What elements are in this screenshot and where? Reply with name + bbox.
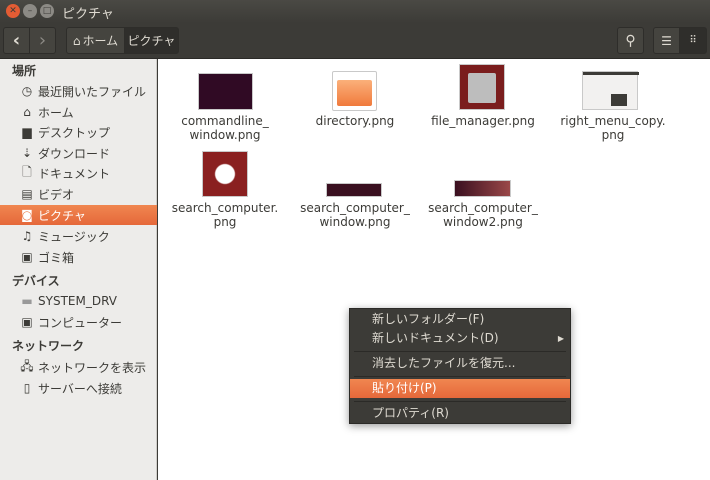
list-view-button[interactable]: ☰ (653, 27, 680, 54)
home-icon: ⌂ (72, 33, 81, 48)
file-item[interactable]: search_computer. png (160, 201, 290, 229)
file-item[interactable]: search_computer_ window.png (290, 201, 420, 229)
submenu-arrow-icon: ▶ (557, 334, 564, 343)
sidebar-item-recent[interactable]: ◷ 最近開いたファイル (0, 81, 157, 101)
sidebar-item-connect-server[interactable]: ▯ サーバーへ接続 (0, 378, 157, 398)
sidebar-item-music[interactable]: ♫ ミュージック (0, 226, 157, 246)
file-thumbnail[interactable] (582, 71, 639, 110)
computer-icon: ▣ (21, 315, 33, 329)
menu-item-new-folder[interactable]: 新しいフォルダー(F) (350, 310, 570, 329)
network-header: ネットワーク (12, 339, 85, 353)
sidebar-item-desktop[interactable]: ▆ デスクトップ (0, 122, 157, 142)
camera-icon: ◙ (21, 208, 33, 222)
list-icon: ☰ (661, 33, 672, 48)
maximize-button[interactable]: □ (40, 4, 54, 18)
file-item[interactable]: commandline_ window.png (160, 114, 290, 142)
home-icon: ⌂ (23, 105, 31, 119)
devices-header: デバイス (12, 274, 60, 288)
sidebar: 場所 ◷ 最近開いたファイル ⌂ ホーム ▆ デスクトップ ⇣ ダウンロード 🗋 ドキュメ… (0, 59, 157, 480)
menu-item-new-document[interactable]: 新しいドキュメント(D) ▶ (350, 329, 570, 348)
file-thumbnail[interactable] (202, 151, 248, 197)
file-thumbnail[interactable] (326, 183, 382, 197)
download-icon: ⇣ (21, 146, 33, 160)
music-icon: ♫ (21, 229, 33, 243)
menu-item-paste[interactable]: 貼り付け(P) (350, 379, 570, 398)
clock-icon: ◷ (21, 84, 33, 98)
menu-separator (354, 351, 566, 352)
sidebar-item-documents[interactable]: 🗋 ドキュメント (0, 163, 157, 183)
file-thumbnail[interactable] (454, 180, 511, 197)
file-thumbnail[interactable] (459, 64, 505, 110)
menu-separator (354, 401, 566, 402)
sidebar-item-trash[interactable]: ▣ ゴミ箱 (0, 247, 157, 267)
menu-item-properties[interactable]: プロパティ(R) (350, 404, 570, 423)
film-icon: ▤ (21, 187, 33, 201)
document-icon: 🗋 (22, 164, 32, 179)
file-thumbnail[interactable] (198, 73, 253, 110)
sidebar-item-browse-network[interactable]: 🖧 ネットワークを表示 (0, 357, 157, 377)
file-item[interactable]: search_computer_ window2.png (418, 201, 548, 229)
title-bar: ✕ – □ ピクチャ (0, 0, 710, 23)
network-icon: 🖧 (20, 358, 34, 373)
sidebar-item-videos[interactable]: ▤ ビデオ (0, 184, 157, 204)
close-button[interactable]: ✕ (6, 4, 20, 18)
file-item[interactable]: file_manager.png (418, 114, 548, 128)
toolbar: ‹ › ⌂ ホーム ピクチャ ⚲ ☰ ⠿ (0, 23, 710, 59)
sidebar-item-system-drv[interactable]: ▬ SYSTEM_DRV (0, 291, 157, 311)
context-menu: 新しいフォルダー(F) 新しいドキュメント(D) ▶ 消去したファイルを復元...… (349, 308, 571, 424)
menu-item-restore-deleted[interactable]: 消去したファイルを復元... (350, 354, 570, 373)
server-icon: ▯ (23, 381, 31, 395)
menu-separator (354, 376, 566, 377)
places-header: 場所 (12, 64, 37, 78)
folder-icon: ▆ (22, 125, 32, 139)
minimize-button[interactable]: – (23, 4, 37, 18)
sidebar-item-computer[interactable]: ▣ コンピューター (0, 312, 157, 332)
grid-icon: ⠿ (689, 35, 697, 46)
sidebar-item-home[interactable]: ⌂ ホーム (0, 102, 157, 122)
window-title: ピクチャ (62, 7, 114, 22)
grid-view-button[interactable]: ⠿ (679, 27, 707, 54)
trash-icon: ▣ (21, 250, 33, 264)
file-thumbnail[interactable] (332, 71, 377, 111)
drive-icon: ▬ (21, 294, 33, 308)
sidebar-item-pictures[interactable]: ◙ ピクチャ (0, 205, 157, 225)
forward-button[interactable]: › (29, 27, 56, 54)
file-item[interactable]: directory.png (290, 114, 420, 128)
file-item[interactable]: right_menu_copy. png (548, 114, 678, 142)
breadcrumb-home[interactable]: ⌂ ホーム (66, 27, 125, 54)
back-button[interactable]: ‹ (3, 27, 30, 54)
search-button[interactable]: ⚲ (617, 27, 644, 54)
sidebar-item-downloads[interactable]: ⇣ ダウンロード (0, 143, 157, 163)
search-icon: ⚲ (625, 32, 636, 49)
breadcrumb-pictures[interactable]: ピクチャ (124, 27, 179, 54)
